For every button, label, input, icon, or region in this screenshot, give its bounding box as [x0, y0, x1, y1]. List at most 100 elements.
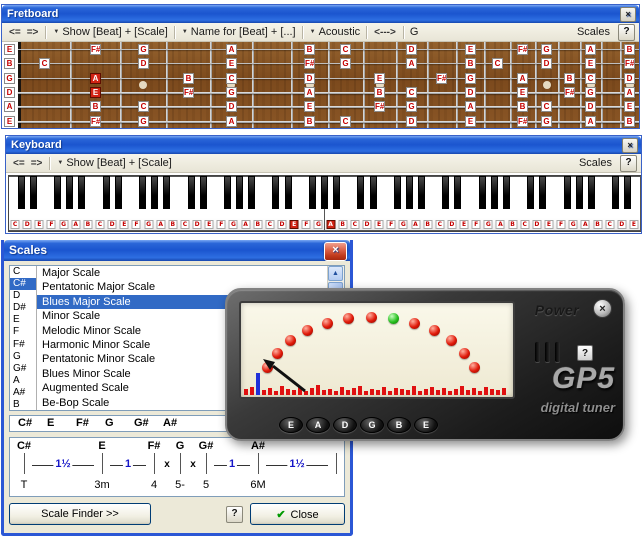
piano-black-key[interactable] — [624, 176, 631, 209]
piano-black-key[interactable] — [272, 176, 279, 209]
fretboard-note[interactable]: F# — [624, 58, 635, 69]
piano-black-key[interactable] — [612, 176, 619, 209]
piano-black-key[interactable] — [188, 176, 195, 209]
fretboard-note[interactable]: G — [541, 44, 552, 55]
piano-black-key[interactable] — [564, 176, 571, 209]
piano-black-key[interactable] — [200, 176, 207, 209]
fretboard-note[interactable]: F# — [183, 87, 194, 98]
fretboard-note[interactable]: F# — [90, 44, 101, 55]
scroll-up-button[interactable]: ▲ — [328, 266, 343, 281]
fretboard-note[interactable]: E — [517, 87, 528, 98]
close-button[interactable]: ✔Close — [250, 503, 345, 525]
fretboard-note[interactable]: C — [226, 73, 237, 84]
root-note-item[interactable]: B — [10, 399, 36, 411]
fretboard-note[interactable]: B — [517, 101, 528, 112]
prev-beat-button[interactable]: <= — [10, 158, 28, 169]
fretboard-note[interactable]: D — [465, 87, 476, 98]
fretboard-note[interactable]: D — [541, 58, 552, 69]
fretboard-note[interactable]: B — [304, 44, 315, 55]
fretboard-note[interactable]: F# — [517, 44, 528, 55]
piano-black-key[interactable] — [442, 176, 449, 209]
fretboard-note[interactable]: E — [465, 116, 476, 127]
fretboard-note[interactable]: A — [226, 116, 237, 127]
piano-black-key[interactable] — [454, 176, 461, 209]
fretboard-note[interactable]: A — [226, 44, 237, 55]
fretboard-note[interactable]: A — [465, 101, 476, 112]
fretboard-titlebar[interactable]: Fretboard × — [2, 5, 639, 23]
fretboard-note[interactable]: G — [541, 116, 552, 127]
fretboard-note[interactable]: B — [304, 116, 315, 127]
piano-black-key[interactable] — [394, 176, 401, 209]
scales-titlebar[interactable]: Scales × — [4, 240, 350, 261]
string-open-note[interactable]: E — [4, 44, 15, 55]
piano-black-key[interactable] — [309, 176, 316, 209]
fretboard-note[interactable]: A — [585, 116, 596, 127]
display-mode-dropdown[interactable]: Show [Beat] + [Scale] — [62, 26, 167, 38]
fretboard-note[interactable]: A — [517, 73, 528, 84]
root-note-item[interactable]: F# — [10, 339, 36, 351]
piano-black-key[interactable] — [503, 176, 510, 209]
root-note-item[interactable]: A — [10, 375, 36, 387]
piano-black-key[interactable] — [285, 176, 292, 209]
fretboard-note[interactable]: G — [138, 44, 149, 55]
root-note-item[interactable]: D# — [10, 302, 36, 314]
piano-black-key[interactable] — [224, 176, 231, 209]
piano-black-key[interactable] — [248, 176, 255, 209]
fretboard-note[interactable]: D — [304, 73, 315, 84]
next-beat-button[interactable]: => — [24, 27, 42, 38]
string-open-note[interactable]: G — [4, 73, 15, 84]
prev-beat-button[interactable]: <= — [6, 27, 24, 38]
fretboard-note[interactable]: B — [465, 58, 476, 69]
help-button[interactable]: ? — [620, 155, 637, 172]
fretboard-note[interactable]: A — [90, 73, 101, 84]
close-icon[interactable]: × — [620, 7, 636, 22]
close-icon[interactable]: × — [324, 242, 347, 261]
fretboard-note[interactable]: D — [138, 58, 149, 69]
fretboard-note[interactable]: E — [624, 101, 635, 112]
display-mode-dropdown[interactable]: Show [Beat] + [Scale] — [66, 157, 171, 169]
piano-black-key[interactable] — [30, 176, 37, 209]
fretboard-note[interactable]: A — [585, 44, 596, 55]
root-note-item[interactable]: C — [10, 266, 36, 278]
root-note-item[interactable]: G# — [10, 363, 36, 375]
piano-black-key[interactable] — [236, 176, 243, 209]
fretboard-note[interactable]: F# — [90, 116, 101, 127]
fretboard-note[interactable]: D — [624, 73, 635, 84]
fretboard-note[interactable]: D — [226, 101, 237, 112]
root-note-item[interactable]: E — [10, 314, 36, 326]
scale-type-item[interactable]: Major Scale — [37, 266, 328, 280]
fretboard-note[interactable]: G — [585, 87, 596, 98]
tuner-note-button[interactable]: D — [333, 417, 357, 433]
piano-black-key[interactable] — [115, 176, 122, 209]
close-icon[interactable]: × — [622, 138, 638, 153]
fretboard-note[interactable]: D — [406, 44, 417, 55]
piano-black-key[interactable] — [139, 176, 146, 209]
root-note-item[interactable]: C# — [10, 278, 36, 290]
scales-button[interactable]: Scales — [579, 157, 612, 169]
fretboard-note[interactable]: C — [492, 58, 503, 69]
string-open-note[interactable]: D — [4, 87, 15, 98]
fretboard-note[interactable]: G — [340, 58, 351, 69]
fretboard-note[interactable]: B — [183, 73, 194, 84]
tuner-note-button[interactable]: G — [360, 417, 384, 433]
string-open-note[interactable]: A — [4, 101, 15, 112]
piano-black-key[interactable] — [321, 176, 328, 209]
piano-black-key[interactable] — [54, 176, 61, 209]
fretboard-board[interactable]: EBGDAEF#GABCDEF#GABCDEF#GABCDEF#ABCDEF#G… — [2, 42, 639, 128]
scales-button[interactable]: Scales — [577, 26, 610, 38]
fretboard-note[interactable]: A — [406, 58, 417, 69]
fretboard-note[interactable]: C — [585, 73, 596, 84]
fretboard-note[interactable]: G — [465, 73, 476, 84]
scale-finder-button[interactable]: Scale Finder >> — [9, 503, 151, 525]
root-note-item[interactable]: G — [10, 351, 36, 363]
tuner-help-button[interactable]: ? — [577, 345, 593, 361]
fretboard-note[interactable]: B — [564, 73, 575, 84]
piano-black-key[interactable] — [18, 176, 25, 209]
piano-black-key[interactable] — [491, 176, 498, 209]
fretboard-note[interactable]: E — [304, 101, 315, 112]
root-note-item[interactable]: D — [10, 290, 36, 302]
piano-black-key[interactable] — [151, 176, 158, 209]
fretboard-note[interactable]: C — [406, 87, 417, 98]
piano-black-key[interactable] — [539, 176, 546, 209]
name-mode-dropdown[interactable]: Name for [Beat] + [...] — [191, 26, 296, 38]
